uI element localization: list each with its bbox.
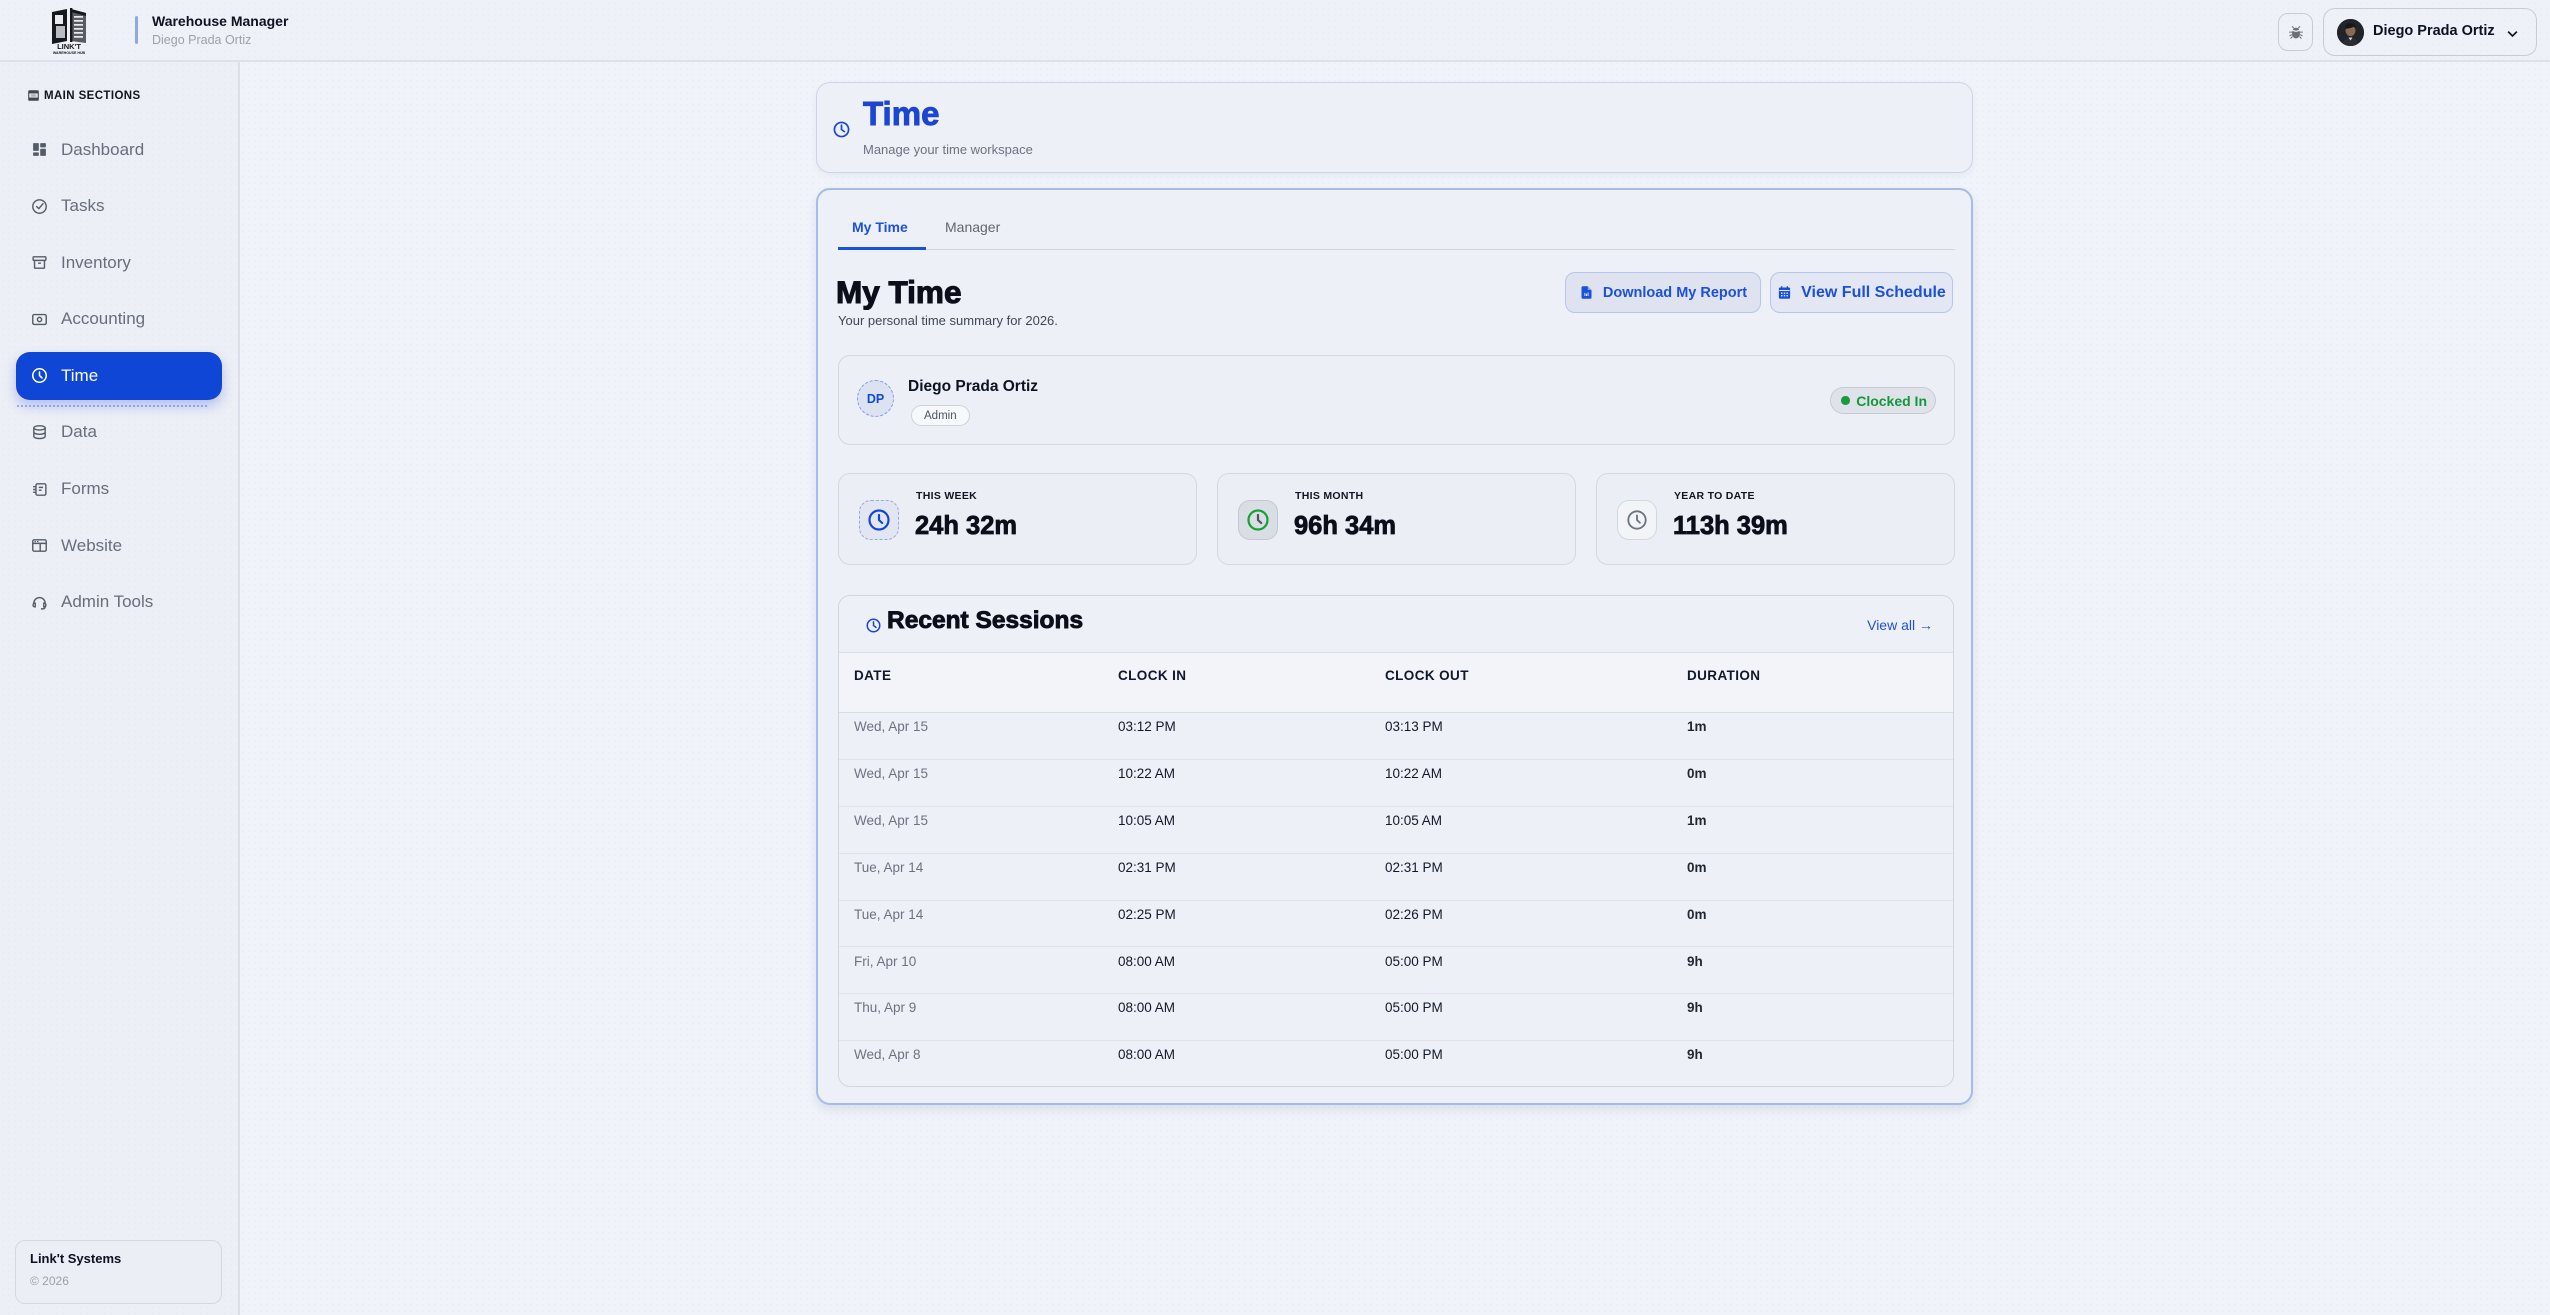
svg-text:LINK'T: LINK'T xyxy=(57,42,81,51)
svg-text:WAREHOUSE HUB: WAREHOUSE HUB xyxy=(53,51,86,54)
